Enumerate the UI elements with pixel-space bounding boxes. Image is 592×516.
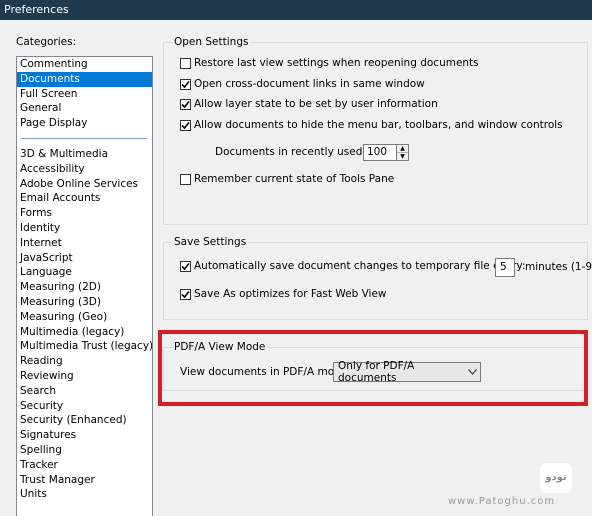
autosave-unit-label: minutes (1-99) [525, 261, 592, 273]
spin-up-icon[interactable]: ▲ [397, 145, 408, 152]
category-item-reading[interactable]: Reading [17, 354, 152, 369]
allow-layer-state-row[interactable]: Allow layer state to be set by user info… [180, 98, 438, 110]
category-item-page-display[interactable]: Page Display [17, 116, 152, 131]
recent-docs-row: Documents in recently used list: [215, 146, 385, 158]
restore-last-view-label: Restore last view settings when reopenin… [194, 57, 479, 69]
save-settings-group: Save Settings [163, 236, 588, 320]
autosave-unit-row: minutes (1-99) [525, 261, 592, 273]
recent-docs-spin-buttons: ▲ ▼ [397, 144, 409, 161]
save-as-optimize-row[interactable]: Save As optimizes for Fast Web View [180, 288, 387, 300]
watermark-text: www.Patoghu.com [448, 496, 556, 507]
allow-hide-menu-checkbox[interactable] [180, 119, 191, 131]
categories-group-bottom: 3D & Multimedia Accessibility Adobe Online… [17, 147, 152, 502]
category-item-measuring-2d[interactable]: Measuring (2D) [17, 280, 152, 295]
category-item-documents[interactable]: Documents [17, 71, 152, 87]
recent-docs-label: Documents in recently used list: [215, 146, 385, 158]
categories-label: Categories: [16, 36, 77, 48]
spin-down-icon[interactable]: ▼ [397, 152, 408, 160]
category-item-internet[interactable]: Internet [17, 236, 152, 251]
category-item-search[interactable]: Search [17, 384, 152, 399]
category-item-adobe-online-services[interactable]: Adobe Online Services [17, 177, 152, 192]
category-item-identity[interactable]: Identity [17, 221, 152, 236]
category-item-spelling[interactable]: Spelling [17, 443, 152, 458]
category-item-multimedia-legacy[interactable]: Multimedia (legacy) [17, 325, 152, 340]
allow-layer-state-checkbox[interactable] [180, 98, 191, 110]
category-item-email-accounts[interactable]: Email Accounts [17, 191, 152, 206]
category-item-security-enhanced[interactable]: Security (Enhanced) [17, 413, 152, 428]
autosave-minutes-input[interactable]: 5 [495, 258, 515, 277]
categories-list[interactable]: Commenting Documents Full Screen General Pag… [16, 56, 153, 516]
allow-hide-menu-label: Allow documents to hide the menu bar, to… [194, 119, 563, 131]
allow-hide-menu-row[interactable]: Allow documents to hide the menu bar, to… [180, 119, 563, 131]
category-item-security[interactable]: Security [17, 399, 152, 414]
category-item-commenting[interactable]: Commenting [17, 57, 152, 72]
remember-tools-row[interactable]: Remember current state of Tools Pane [180, 173, 394, 185]
category-item-trust-manager[interactable]: Trust Manager [17, 473, 152, 488]
restore-last-view-checkbox[interactable] [180, 57, 191, 69]
category-item-language[interactable]: Language [17, 265, 152, 280]
category-item-multimedia-trust-legacy[interactable]: Multimedia Trust (legacy) [17, 339, 152, 354]
category-item-tracker[interactable]: Tracker [17, 458, 152, 473]
open-cross-links-row[interactable]: Open cross-document links in same window [180, 78, 425, 90]
annotation-highlight-box [158, 330, 588, 406]
category-item-full-screen[interactable]: Full Screen [17, 87, 152, 102]
category-item-reviewing[interactable]: Reviewing [17, 369, 152, 384]
checkmark-icon [181, 262, 190, 270]
remember-tools-checkbox[interactable] [180, 173, 191, 185]
open-cross-links-checkbox[interactable] [180, 78, 191, 90]
category-item-measuring-3d[interactable]: Measuring (3D) [17, 295, 152, 310]
open-settings-group: Open Settings [163, 36, 588, 225]
autosave-row[interactable]: Automatically save document changes to t… [180, 260, 526, 272]
category-item-general[interactable]: General [17, 101, 152, 116]
site-watermark: تودو www.Patoghu.com [448, 463, 588, 513]
checkmark-icon [181, 121, 190, 129]
window-title: Preferences [4, 3, 69, 16]
checkmark-icon [181, 80, 190, 88]
category-item-measuring-geo[interactable]: Measuring (Geo) [17, 310, 152, 325]
watermark-logo: تودو [540, 463, 572, 493]
checkmark-icon [181, 100, 190, 108]
categories-group-top: Commenting Documents Full Screen General Pag… [17, 57, 152, 131]
categories-separator [21, 137, 147, 139]
allow-layer-state-label: Allow layer state to be set by user info… [194, 98, 438, 110]
save-as-optimize-checkbox[interactable] [180, 288, 191, 300]
category-item-3d-multimedia[interactable]: 3D & Multimedia [17, 147, 152, 162]
restore-last-view-row[interactable]: Restore last view settings when reopenin… [180, 57, 479, 69]
open-settings-title: Open Settings [172, 36, 251, 48]
recent-docs-stepper[interactable]: 100 ▲ ▼ [363, 144, 409, 161]
open-cross-links-label: Open cross-document links in same window [194, 78, 425, 90]
checkmark-icon [181, 290, 190, 298]
category-item-accessibility[interactable]: Accessibility [17, 162, 152, 177]
save-as-optimize-label: Save As optimizes for Fast Web View [194, 288, 387, 300]
remember-tools-label: Remember current state of Tools Pane [194, 173, 395, 185]
title-bar: Preferences [0, 0, 592, 20]
category-item-units[interactable]: Units [17, 487, 152, 502]
category-item-signatures[interactable]: Signatures [17, 428, 152, 443]
autosave-checkbox[interactable] [180, 260, 191, 272]
save-settings-title: Save Settings [172, 236, 249, 248]
category-item-javascript[interactable]: JavaScript [17, 251, 152, 266]
recent-docs-input[interactable]: 100 [363, 144, 397, 161]
category-item-forms[interactable]: Forms [17, 206, 152, 221]
autosave-label: Automatically save document changes to t… [194, 260, 526, 272]
